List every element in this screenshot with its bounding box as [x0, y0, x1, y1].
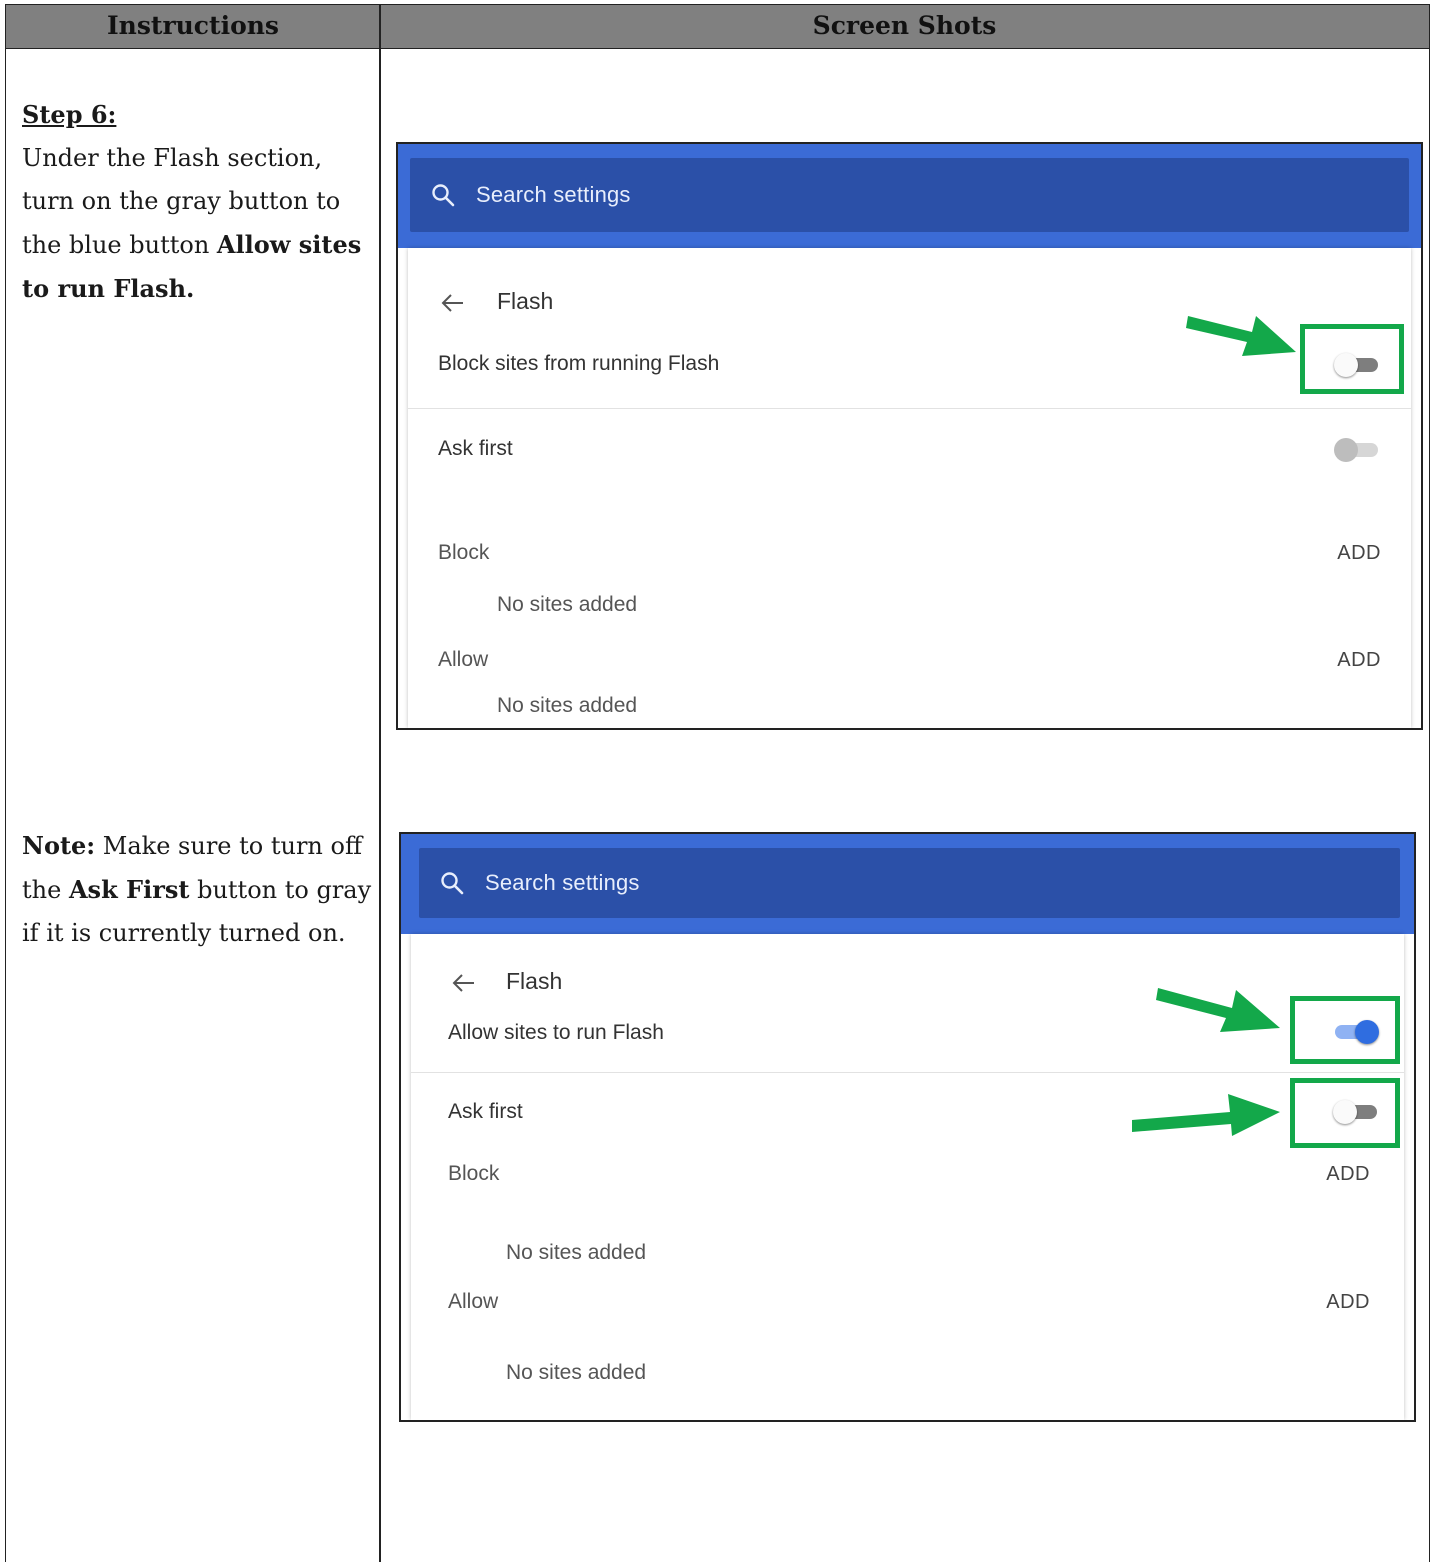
allow-empty-text: No sites added — [506, 1361, 647, 1384]
green-arrow-icon — [1132, 1094, 1280, 1136]
page-title: Flash — [506, 968, 563, 994]
allow-add-button[interactable]: ADD — [1337, 649, 1381, 672]
block-section-label: Block — [448, 1162, 500, 1185]
search-bar[interactable]: Search settings — [419, 848, 1400, 918]
search-icon — [441, 872, 464, 895]
note-text: Note: Make sure to turn off the Ask Firs… — [22, 831, 372, 947]
highlight-box — [1290, 996, 1400, 1064]
search-bar[interactable]: Search settings — [410, 158, 1409, 232]
green-arrow-icon — [1186, 316, 1296, 356]
ask-first-label: Ask first — [448, 1100, 523, 1123]
ask-first-toggle[interactable] — [1334, 436, 1380, 464]
instruction-page: Instructions Screen Shots Step 6: Under … — [0, 0, 1436, 1562]
highlight-box — [1290, 1078, 1400, 1148]
ask-first-label: Ask first — [438, 437, 513, 460]
allow-add-button[interactable]: ADD — [1326, 1291, 1370, 1314]
divider — [411, 1072, 1404, 1073]
step-instructions: Step 6: Under the Flash section, turn on… — [22, 93, 372, 311]
note-label: Note: — [22, 831, 96, 860]
note-instructions: Note: Make sure to turn off the Ask Firs… — [22, 824, 372, 955]
block-add-button[interactable]: ADD — [1337, 542, 1381, 565]
page-title: Flash — [497, 288, 554, 314]
back-arrow-icon[interactable] — [440, 290, 466, 316]
step-text: Under the Flash section, turn on the gra… — [22, 144, 362, 303]
block-section-label: Block — [438, 541, 490, 564]
search-input[interactable]: Search settings — [476, 158, 631, 232]
block-flash-label: Block sites from running Flash — [438, 352, 720, 375]
allow-flash-label: Allow sites to run Flash — [448, 1021, 664, 1044]
back-arrow-icon[interactable] — [451, 970, 477, 996]
note-emphasis: Ask First — [68, 875, 190, 904]
allow-section-label: Allow — [438, 648, 489, 671]
green-arrow-icon — [1156, 988, 1280, 1032]
block-add-button[interactable]: ADD — [1326, 1163, 1370, 1186]
search-icon — [432, 184, 455, 207]
block-empty-text: No sites added — [497, 593, 638, 616]
settings-header: Search settings — [401, 834, 1414, 934]
block-empty-text: No sites added — [506, 1241, 647, 1264]
column-divider — [379, 4, 381, 1562]
settings-header: Search settings — [398, 144, 1421, 248]
allow-section-label: Allow — [448, 1290, 499, 1313]
highlight-box — [1300, 324, 1404, 394]
settings-screenshot-1: Search settings Flash Block sites from r… — [396, 142, 1423, 730]
allow-empty-text: No sites added — [497, 694, 638, 717]
search-input[interactable]: Search settings — [485, 848, 640, 918]
divider — [408, 408, 1411, 409]
step-title: Step 6: — [22, 100, 117, 129]
